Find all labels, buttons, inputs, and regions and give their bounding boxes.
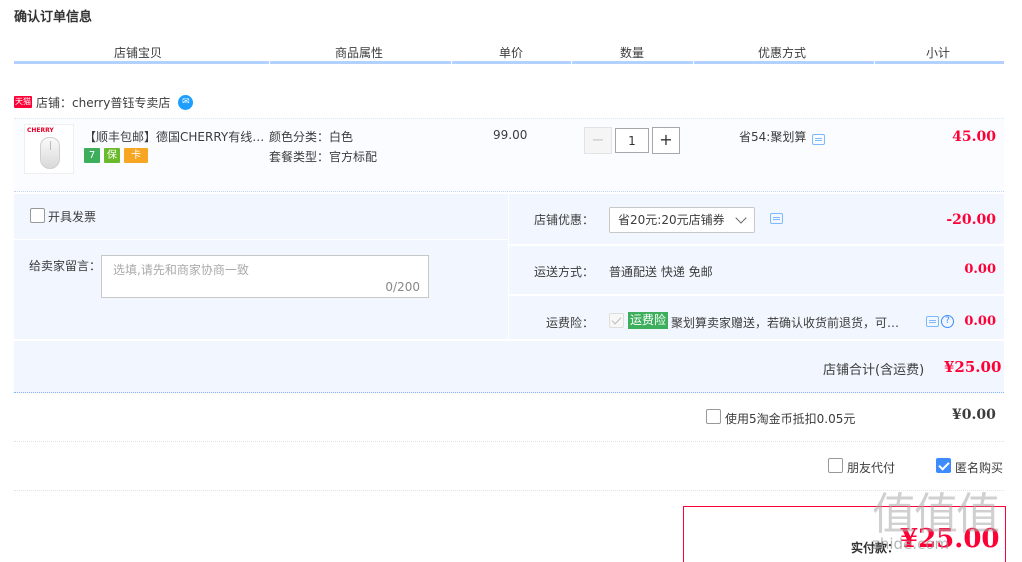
seven-day-return-icon[interactable]: 7 (84, 148, 100, 163)
anonymous-checkbox[interactable] (936, 458, 951, 473)
insurance-description: 聚划算卖家赠送，若确认收货前退货，可获得保险赔付 (671, 316, 911, 330)
insurance-tag: 运费险 (628, 312, 669, 329)
shop-total-label: 店铺合计(含运费) (823, 363, 925, 378)
taojinbi-checkbox[interactable] (706, 409, 721, 424)
shipping-label: 运送方式： (534, 265, 595, 279)
col-header-price: 单价 (499, 46, 524, 60)
guarantee-icon[interactable]: 保 (104, 148, 120, 163)
chevron-down-icon (735, 212, 747, 224)
product-thumbnail[interactable]: CHERRY (24, 124, 74, 174)
friend-pay-label: 朋友代付 (847, 461, 896, 475)
col-header-qty: 数量 (620, 46, 645, 60)
product-title-link[interactable]: 【顺丰包邮】德国CHERRY有线鼠标 (84, 128, 268, 145)
shipping-method: 普通配送 快递 免邮 (609, 265, 713, 279)
watermark-mark: 值值值 (872, 489, 1000, 540)
seller-message-textarea[interactable]: 选填,请先和商家协商一致 0/200 (101, 255, 429, 298)
promotion-comment-icon[interactable] (812, 134, 825, 145)
product-brand-logo: CHERRY (27, 127, 54, 134)
promotion-text: 省54:聚划算 (739, 130, 807, 144)
mouse-image (40, 137, 60, 169)
product-color-attr: 颜色分类：白色 (269, 130, 354, 144)
taojinbi-label: 使用5淘金币抵扣0.05元 (725, 412, 856, 426)
shipping-amount: 0.00 (964, 262, 996, 277)
credit-card-icon[interactable]: 卡 (124, 148, 148, 163)
shop-total-amount: ¥25.00 (944, 358, 1002, 376)
quantity-input[interactable] (615, 128, 649, 153)
col-header-item: 店铺宝贝 (114, 46, 163, 60)
insurance-amount: 0.00 (964, 314, 996, 329)
shop-name-link[interactable]: 店铺：cherry普钰专卖店 (36, 94, 170, 111)
anonymous-label: 匿名购买 (955, 461, 1004, 475)
quantity-decrease-button[interactable]: − (584, 127, 612, 154)
col-header-discount: 优惠方式 (758, 46, 807, 60)
taojinbi-amount: ¥0.00 (952, 407, 996, 423)
col-header-subtotal: 小计 (926, 46, 951, 60)
friend-pay-checkbox[interactable] (828, 458, 843, 473)
coupon-comment-icon[interactable] (770, 213, 783, 224)
chat-seller-icon[interactable]: ✉ (178, 94, 194, 110)
shop-coupon-label: 店铺优惠： (534, 213, 595, 227)
insurance-comment-icon[interactable] (926, 316, 939, 327)
item-subtotal: 45.00 (952, 129, 996, 145)
page-title: 确认订单信息 (14, 10, 93, 25)
shop-coupon-value: 省20元:20元店铺券 (618, 213, 725, 227)
help-icon[interactable]: ? (941, 315, 954, 328)
table-header: 店铺宝贝 商品属性 单价 数量 优惠方式 小计 (14, 44, 1004, 64)
unit-price: 99.00 (493, 128, 528, 142)
insurance-label: 运费险： (546, 316, 595, 330)
message-placeholder: 选填,请先和商家协商一致 (113, 263, 249, 277)
watermark-url: zhide.com (872, 535, 950, 553)
product-package-attr: 套餐类型：官方标配 (269, 150, 378, 164)
col-header-attrs: 商品属性 (335, 46, 384, 60)
quantity-increase-button[interactable]: + (652, 127, 680, 154)
shop-coupon-amount: -20.00 (946, 212, 996, 228)
insurance-checkbox (609, 313, 624, 328)
message-label: 给卖家留言： (29, 259, 102, 273)
tmall-icon: 天猫 (14, 96, 32, 108)
invoice-checkbox[interactable] (30, 208, 45, 223)
invoice-label: 开具发票 (48, 210, 97, 224)
shop-row: 天猫 店铺：cherry普钰专卖店 ✉ (14, 92, 194, 112)
shop-coupon-select[interactable]: 省20元:20元店铺券 (609, 207, 755, 233)
message-char-count: 0/200 (385, 280, 420, 294)
